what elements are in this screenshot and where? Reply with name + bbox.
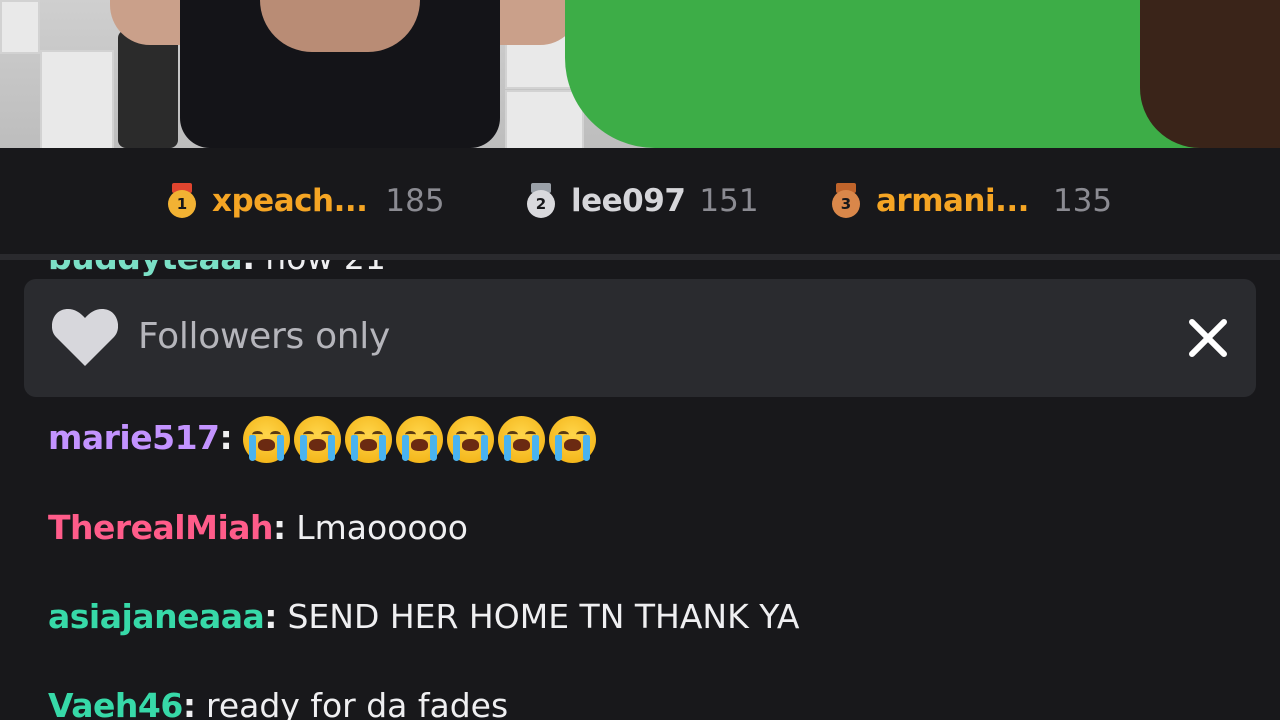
loudly-crying-face-icon	[548, 416, 596, 463]
emoji-row	[242, 416, 596, 463]
leaderboard-username: xpeach...	[212, 183, 368, 219]
chat-username[interactable]: buddyteaa	[48, 260, 243, 277]
medal-rank: 2	[527, 190, 555, 218]
medal-rank: 3	[832, 190, 860, 218]
chat-text: Lmaooooo	[296, 508, 468, 547]
chat-username[interactable]: asiajaneaaa	[48, 597, 265, 636]
leaderboard-username: lee097	[571, 183, 686, 219]
kitchen-cabinet	[505, 90, 584, 148]
chat-message: asiajaneaaa: SEND HER HOME TN THANK YA	[48, 597, 799, 636]
leaderboard-entry-2[interactable]: 2 lee097 151	[525, 181, 759, 221]
chat-separator: :	[264, 597, 278, 636]
loudly-crying-face-icon	[344, 416, 392, 463]
chat-message: Vaeh46: ready for da fades	[48, 686, 508, 720]
leaderboard-username: armani...	[876, 183, 1029, 219]
loudly-crying-face-icon	[446, 416, 494, 463]
bronze-medal-icon: 3	[830, 183, 862, 219]
leaderboard-entry-1[interactable]: 1 xpeach... 185	[166, 181, 445, 221]
kitchen-cabinet	[0, 0, 40, 54]
leaderboard-count: 135	[1052, 183, 1113, 219]
close-icon[interactable]	[1186, 316, 1230, 360]
chat-separator: :	[182, 686, 197, 720]
loudly-crying-face-icon	[395, 416, 443, 463]
chat-username[interactable]: TherealMiah	[48, 508, 274, 547]
chat-separator: :	[273, 508, 287, 547]
chat-text: now 21	[265, 260, 386, 277]
loudly-crying-face-icon	[497, 416, 545, 463]
chat-username[interactable]: marie517	[48, 418, 220, 457]
gifter-leaderboard: 1 xpeach... 185 2 lee097 151 3 armani...…	[0, 148, 1280, 254]
leaderboard-count: 151	[699, 183, 759, 219]
chat-text: ready for da fades	[206, 686, 509, 720]
chat-separator: :	[242, 260, 255, 277]
gold-medal-icon: 1	[166, 183, 198, 219]
video-frame[interactable]	[0, 0, 1280, 148]
leaderboard-count: 185	[385, 183, 445, 219]
followers-only-banner: Followers only	[24, 279, 1256, 397]
medal-rank: 1	[168, 190, 196, 218]
chat-message: TherealMiah: Lmaooooo	[48, 508, 468, 547]
live-stream-screen: 1 xpeach... 185 2 lee097 151 3 armani...…	[0, 0, 1280, 720]
chat-message: marie517:	[48, 416, 596, 463]
loudly-crying-face-icon	[242, 416, 290, 463]
chat-text: SEND HER HOME TN THANK YA	[287, 597, 800, 636]
banner-label: Followers only	[138, 316, 391, 357]
chat-username[interactable]: Vaeh46	[48, 686, 183, 720]
kitchen-cabinet	[40, 50, 114, 148]
chat-separator: :	[219, 418, 233, 457]
leaderboard-entry-3[interactable]: 3 armani... 135	[830, 181, 1112, 221]
background-person	[118, 30, 178, 148]
silver-medal-icon: 2	[525, 183, 557, 219]
person-arm	[1140, 0, 1280, 148]
chat-message: buddyteaa: now 21	[48, 260, 386, 277]
heart-icon	[52, 309, 118, 366]
loudly-crying-face-icon	[293, 416, 341, 463]
